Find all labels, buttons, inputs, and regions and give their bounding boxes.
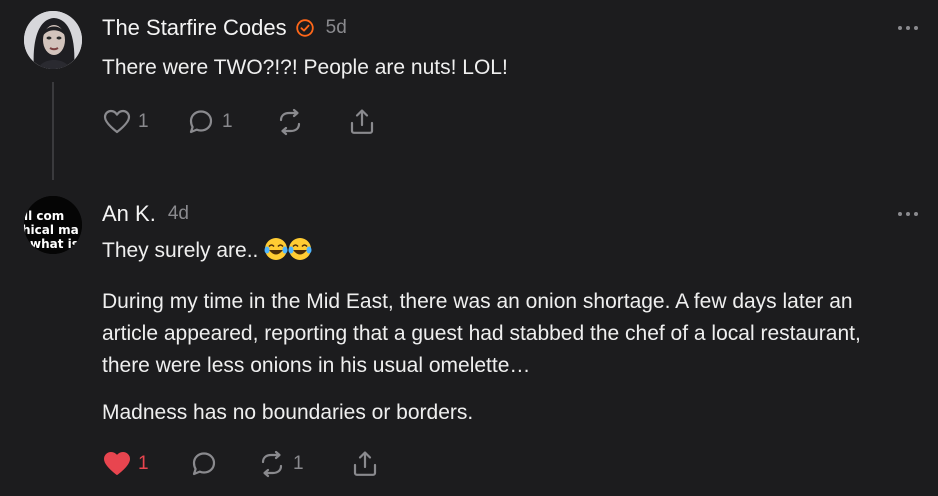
restack-icon — [261, 450, 283, 478]
comment-paragraph: There were TWO?!?! People are nuts! LOL! — [102, 56, 508, 79]
like-count: 1 — [138, 453, 149, 474]
share-icon — [350, 109, 374, 134]
comment-paragraph: Madness has no boundaries or borders. — [102, 401, 474, 424]
share-button[interactable] — [347, 107, 377, 137]
comment-icon — [192, 452, 216, 476]
comment-first-line: They surely are.. — [102, 239, 259, 262]
share-icon — [353, 451, 377, 476]
laughing-emoji-icon — [264, 237, 312, 271]
avatar-text: what is — [30, 237, 79, 251]
thread-line — [52, 82, 54, 180]
like-count: 1 — [138, 111, 149, 132]
avatar[interactable] — [24, 11, 82, 69]
heart-icon — [103, 109, 131, 134]
comment-body: There were TWO?!?! People are nuts! LOL! — [102, 52, 912, 84]
restack-button[interactable] — [275, 107, 347, 137]
comment-icon — [189, 110, 213, 134]
comment-header: The Starfire Codes 5d — [102, 15, 347, 41]
like-button[interactable]: 1 — [102, 107, 186, 137]
more-icon[interactable] — [898, 211, 918, 217]
verified-icon — [295, 19, 314, 37]
more-icon[interactable] — [898, 25, 918, 31]
reply-count: 1 — [222, 111, 233, 132]
author-name[interactable]: The Starfire Codes — [102, 15, 287, 41]
timestamp[interactable]: 4d — [168, 203, 189, 225]
restack-button[interactable]: 1 — [257, 449, 350, 479]
action-bar: 1 1 — [102, 449, 380, 479]
reply-button[interactable]: 1 — [186, 107, 275, 137]
avatar-text: ll com — [24, 209, 64, 223]
comment-paragraph: They surely are.. — [102, 235, 912, 271]
comment-body: They surely are.. During my time in the … — [102, 235, 912, 444]
share-button[interactable] — [350, 449, 380, 479]
action-bar: 1 1 — [102, 107, 377, 137]
comment-paragraph: During my time in the Mid East, there wa… — [102, 290, 861, 377]
avatar-text: hical ma — [24, 223, 79, 237]
like-button[interactable]: 1 — [102, 449, 189, 479]
reply-button[interactable] — [189, 449, 257, 479]
heart-icon — [104, 452, 130, 475]
restack-icon — [279, 108, 301, 136]
restack-count: 1 — [293, 453, 304, 474]
timestamp[interactable]: 5d — [326, 17, 347, 39]
author-name[interactable]: An K. — [102, 201, 156, 227]
avatar[interactable]: ll com hical ma what is — [24, 196, 82, 254]
comment-header: An K. 4d — [102, 201, 189, 227]
